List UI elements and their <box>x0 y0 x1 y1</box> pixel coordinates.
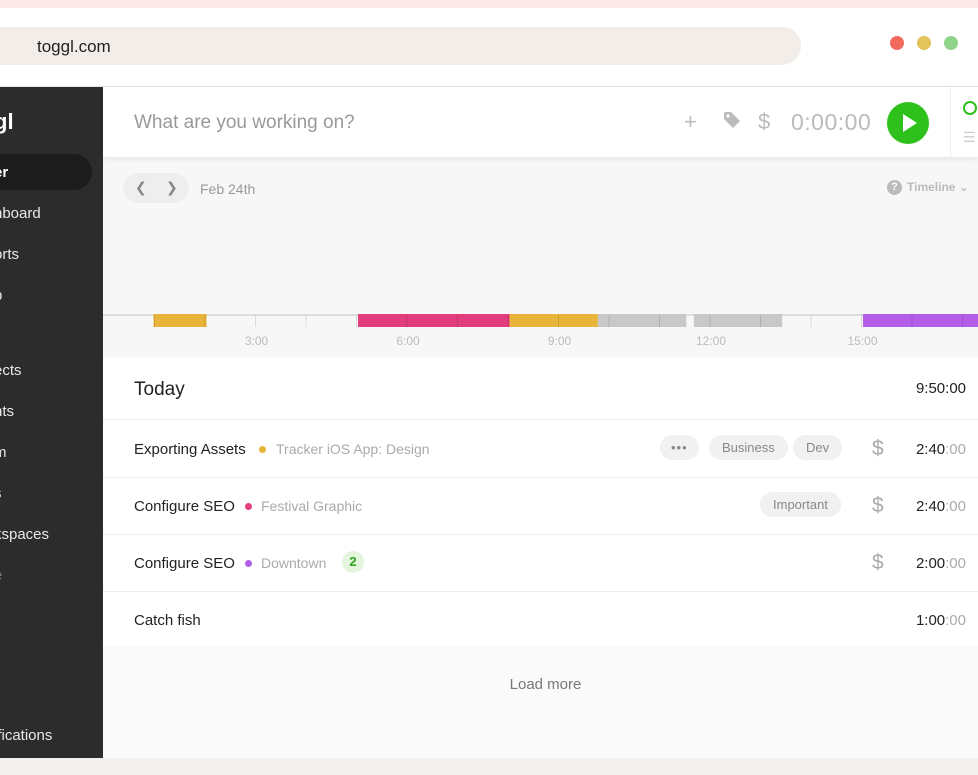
hour-label: 3:00 <box>245 334 269 348</box>
hour-label: 6:00 <box>396 334 420 348</box>
toggl-app: gl er hboard orts p ects nts m s kspaces… <box>0 86 978 759</box>
entry-duration[interactable]: 2:40:00 <box>916 441 966 458</box>
duration-seconds: :00 <box>945 441 966 458</box>
time-entry[interactable]: Configure SEO Festival Graphic Important… <box>103 478 978 535</box>
billable-icon[interactable]: $ <box>872 437 884 461</box>
sidebar-item-reports[interactable]: orts <box>0 246 19 263</box>
project-dot <box>245 560 252 567</box>
sidebar-item-dashboard[interactable]: hboard <box>0 205 41 222</box>
tag-dev[interactable]: Dev <box>793 435 843 460</box>
duration-seconds: :00 <box>945 498 966 515</box>
time-entry[interactable]: Configure SEO Downtown 2 $ 2:00:00 <box>103 535 978 592</box>
dollar-icon[interactable]: $ <box>758 109 770 135</box>
browser-top-strip <box>0 0 978 8</box>
window-maximize-button[interactable] <box>944 36 958 50</box>
main-content: What are you working on? + $ 0:00:00 ☰ 3… <box>103 87 978 759</box>
bottom-strip <box>0 758 978 775</box>
entry-count-badge[interactable]: 2 <box>342 551 364 573</box>
billable-icon[interactable]: $ <box>872 494 884 518</box>
sidebar-item-projects[interactable]: ects <box>0 362 22 379</box>
description-input[interactable]: What are you working on? <box>134 112 355 134</box>
hour-label: 9:00 <box>548 334 572 348</box>
time-entry[interactable]: Exporting Assets Tracker iOS App: Design… <box>103 421 978 478</box>
duration-main: 1:00 <box>915 612 946 629</box>
load-more-area: Load more <box>103 647 978 759</box>
hour-label: 12:00 <box>696 334 726 348</box>
sidebar-item-timer[interactable]: er <box>0 154 92 190</box>
entry-segment <box>693 314 783 327</box>
sidebar-item-notifications[interactable]: ifications <box>0 727 52 744</box>
sidebar-item-tags[interactable]: s <box>0 485 2 502</box>
list-icon[interactable]: ☰ <box>963 129 976 146</box>
entry-project[interactable]: Downtown <box>261 555 326 571</box>
plus-icon[interactable]: + <box>684 109 697 135</box>
clock-icon[interactable] <box>963 101 977 115</box>
today-label: Today <box>134 379 185 400</box>
tag-business[interactable]: Business <box>709 435 788 460</box>
prev-day-button[interactable]: ❮ <box>135 179 147 196</box>
entry-description[interactable]: Configure SEO <box>134 498 235 515</box>
entry-description[interactable]: Configure SEO <box>134 555 235 572</box>
date-navigation: ❮ ❯ <box>123 173 189 203</box>
url-text: toggl.com <box>37 37 111 56</box>
timer-display: 0:00:00 <box>791 109 872 135</box>
time-entry[interactable]: Catch fish 1:00:00 <box>103 592 978 649</box>
timeline-view-label: Timeline <box>907 180 956 194</box>
entry-project[interactable]: Festival Graphic <box>261 498 362 514</box>
entry-description[interactable]: Catch fish <box>134 612 201 629</box>
sidebar: gl er hboard orts p ects nts m s kspaces… <box>0 87 103 759</box>
next-day-button[interactable]: ❯ <box>166 179 178 196</box>
toggl-logo: gl <box>0 109 14 134</box>
entry-segment <box>509 314 598 327</box>
today-header: Today 9:50:00 <box>103 357 978 420</box>
entry-segment <box>863 314 978 327</box>
project-dot <box>245 503 252 510</box>
window-minimize-button[interactable] <box>917 36 931 50</box>
help-icon[interactable]: ? <box>887 180 902 195</box>
today-total: 9:50:00 <box>915 380 966 397</box>
entry-duration[interactable]: 2:00:00 <box>916 555 966 572</box>
sidebar-item-workspaces[interactable]: kspaces <box>0 526 49 543</box>
browser-toolbar: toggl.com <box>0 8 978 86</box>
entry-duration[interactable]: 2:40:00 <box>916 498 966 515</box>
duration-main: 2:40 <box>915 441 946 458</box>
entry-duration[interactable]: 1:00:00 <box>916 612 966 629</box>
entry-segment <box>597 314 687 327</box>
entry-project[interactable]: Tracker iOS App: Design <box>276 441 430 457</box>
mode-divider <box>950 87 951 157</box>
duration-seconds: :00 <box>945 555 966 572</box>
project-dot <box>259 446 266 453</box>
tag-important[interactable]: Important <box>760 492 841 517</box>
entry-description[interactable]: Exporting Assets <box>134 441 246 458</box>
timer-bar: What are you working on? + $ 0:00:00 ☰ <box>103 87 978 157</box>
date-label: Feb 24th <box>200 181 256 197</box>
timeline-view-dropdown[interactable]: Timeline ⌄ <box>907 180 969 194</box>
entry-segment <box>358 314 510 327</box>
sidebar-item-team[interactable]: m <box>0 444 7 461</box>
sidebar-item-app[interactable]: p <box>0 287 2 304</box>
sidebar-item-clients[interactable]: nts <box>0 403 14 420</box>
billable-icon[interactable]: $ <box>872 551 884 575</box>
duration-seconds: :00 <box>945 612 966 629</box>
address-bar[interactable]: toggl.com <box>0 27 801 65</box>
more-tags[interactable]: ••• <box>660 435 699 460</box>
load-more-button[interactable]: Load more <box>103 676 978 693</box>
duration-main: 2:40 <box>915 498 946 515</box>
timeline-panel: 3:006:009:0012:0015:0018:00 ❮ ❯ Feb 24th… <box>103 157 978 357</box>
duration-main: 2:00 <box>915 555 946 572</box>
sidebar-item-more[interactable]: e <box>0 567 2 584</box>
hour-label: 15:00 <box>847 334 877 348</box>
start-timer-button[interactable] <box>887 102 929 144</box>
tag-icon[interactable] <box>723 111 741 134</box>
entry-segment <box>153 314 207 327</box>
window-close-button[interactable] <box>890 36 904 50</box>
